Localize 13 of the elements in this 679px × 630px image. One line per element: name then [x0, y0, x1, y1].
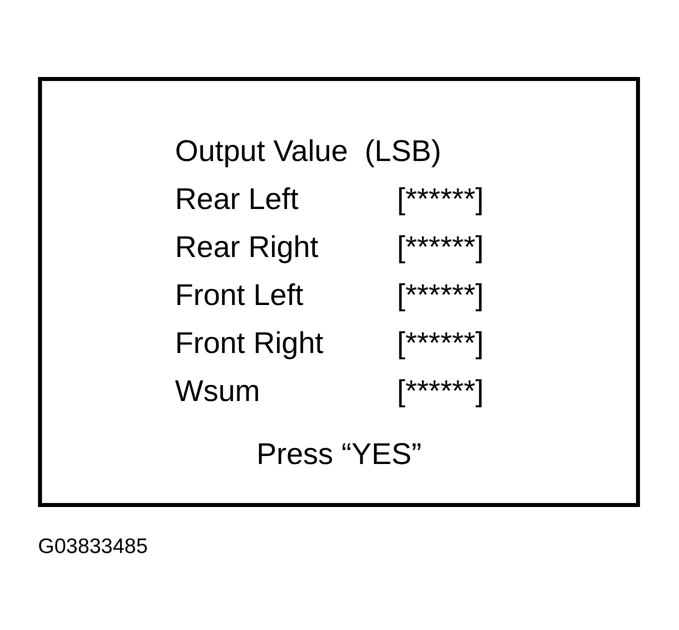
row-label: Rear Right [175, 230, 318, 266]
value-readout: [******] [397, 374, 484, 410]
row-label: Rear Left [175, 182, 298, 218]
row-label: Front Right [175, 326, 324, 362]
value-readout: [******] [397, 230, 484, 266]
prompt-text: Press “YES” [256, 437, 422, 473]
row-label: Wsum [175, 374, 260, 410]
value-readout: [******] [397, 278, 484, 314]
row-label: Front Left [175, 278, 304, 314]
figure-id: G03833485 [38, 535, 148, 559]
value-readout: [******] [397, 326, 484, 362]
heading-text: Output Value (LSB) [175, 134, 442, 170]
value-readout: [******] [397, 182, 484, 218]
